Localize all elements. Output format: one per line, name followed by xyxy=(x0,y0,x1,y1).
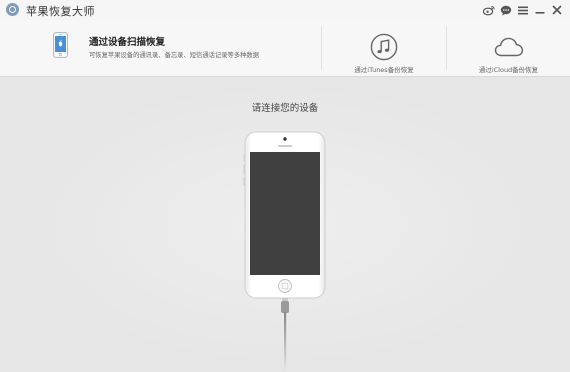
main-content: 请连接您的设备 xyxy=(0,77,570,372)
itunes-backup-label: 通过iTunes备份恢复 xyxy=(354,66,414,74)
weibo-icon[interactable] xyxy=(481,2,497,18)
iphone-illustration xyxy=(243,131,326,371)
title-bar[interactable]: 苹果恢复大师 xyxy=(0,0,570,20)
close-icon[interactable] xyxy=(549,2,565,18)
tab-itunes-backup[interactable]: 通过iTunes备份恢复 xyxy=(322,20,446,76)
connect-device-prompt: 请连接您的设备 xyxy=(251,103,319,114)
icloud-backup-label: 通过iCloud备份恢复 xyxy=(478,66,539,74)
device-scan-description: 可恢复苹果设备的通讯录、备忘录、短信通话记录等多种数据 xyxy=(89,52,260,59)
title-bar-controls xyxy=(481,0,570,20)
music-note-icon xyxy=(370,33,398,61)
device-scan-title: 通过设备扫描恢复 xyxy=(89,37,166,48)
tab-icloud-backup[interactable]: 通过iCloud备份恢复 xyxy=(447,20,570,76)
recovery-mode-tabs: 通过设备扫描恢复 可恢复苹果设备的通讯录、备忘录、短信通话记录等多种数据 通过i… xyxy=(0,20,570,78)
tab-device-scan[interactable]: 通过设备扫描恢复 可恢复苹果设备的通讯录、备忘录、短信通话记录等多种数据 xyxy=(0,20,321,78)
cloud-icon xyxy=(494,37,523,57)
minimize-icon[interactable] xyxy=(532,2,548,18)
menu-icon[interactable] xyxy=(515,2,531,18)
feedback-icon[interactable] xyxy=(498,2,514,18)
app-logo-icon xyxy=(6,3,19,16)
app-window: 苹果恢复大师 通过设备扫描恢复 可恢复苹果设备的通讯录、备忘录、短信通话记录等多… xyxy=(0,0,570,372)
app-title: 苹果恢复大师 xyxy=(26,5,95,18)
iphone-icon xyxy=(53,32,68,58)
